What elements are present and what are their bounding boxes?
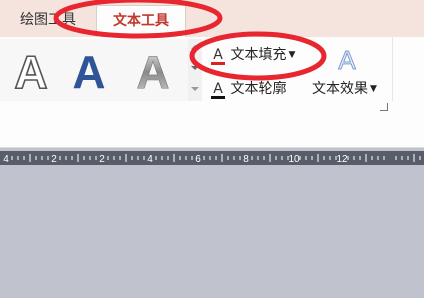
gallery-expand-icon[interactable] bbox=[191, 66, 199, 70]
ruler-label: 12 bbox=[336, 154, 348, 165]
tab-text-tools[interactable]: 文本工具 bbox=[96, 5, 186, 37]
ruler-label: 10 bbox=[288, 154, 300, 165]
ruler-label: 2 bbox=[99, 154, 105, 165]
style-blue-a[interactable]: A bbox=[60, 41, 118, 99]
svg-text:A: A bbox=[14, 46, 47, 98]
ruler-label: 2 bbox=[51, 154, 57, 165]
gallery-scroll-up-icon[interactable] bbox=[191, 45, 199, 49]
style-outline-a[interactable]: A bbox=[2, 41, 60, 99]
text-effect-dropdown-icon[interactable]: ▼ bbox=[370, 84, 377, 94]
ruler-scale: 4 2 2 4 6 8 10 12 bbox=[3, 154, 421, 165]
text-outline-icon: A bbox=[210, 78, 226, 100]
svg-text:A: A bbox=[338, 45, 356, 73]
ruler-label: 4 bbox=[3, 154, 9, 165]
gallery-scroll[interactable] bbox=[188, 39, 202, 101]
svg-text:A: A bbox=[72, 46, 105, 98]
text-fill-dropdown-icon[interactable]: ▼ bbox=[288, 50, 295, 60]
text-effect-button[interactable]: 文本效果 ▼ bbox=[312, 78, 377, 100]
ruler-label: 4 bbox=[147, 154, 153, 165]
style-gradient-a[interactable]: A bbox=[124, 41, 182, 99]
horizontal-ruler: 4 2 2 4 6 8 10 12 bbox=[0, 151, 424, 165]
document-canvas[interactable] bbox=[0, 165, 424, 298]
text-effect-label: 文本效果 bbox=[312, 81, 368, 97]
svg-text:A: A bbox=[136, 46, 169, 98]
text-outline-button[interactable]: A 文本轮廓 bbox=[210, 78, 286, 100]
gallery-scroll-down-icon[interactable] bbox=[191, 87, 199, 91]
ribbon-panel: A A A A 文本填充 ▼ A A 文本轮廓 文本效果 ▼ bbox=[0, 37, 424, 148]
ribbon-tab-bar: 绘图工具 文本工具 bbox=[0, 0, 424, 37]
text-fill-label: 文本填充 bbox=[230, 47, 287, 63]
ruler-label: 6 bbox=[195, 154, 201, 165]
dialog-launcher-icon[interactable] bbox=[380, 103, 388, 111]
text-effect-preview-icon[interactable]: A bbox=[332, 43, 362, 74]
text-fill-icon: A bbox=[210, 44, 226, 66]
ruler-label: 8 bbox=[243, 154, 249, 165]
group-divider bbox=[392, 37, 393, 101]
text-outline-label: 文本轮廓 bbox=[230, 81, 287, 97]
text-style-gallery: A A A bbox=[0, 39, 189, 101]
tab-drawing-tools[interactable]: 绘图工具 bbox=[0, 5, 96, 37]
text-fill-button[interactable]: A 文本填充 ▼ bbox=[210, 44, 295, 66]
